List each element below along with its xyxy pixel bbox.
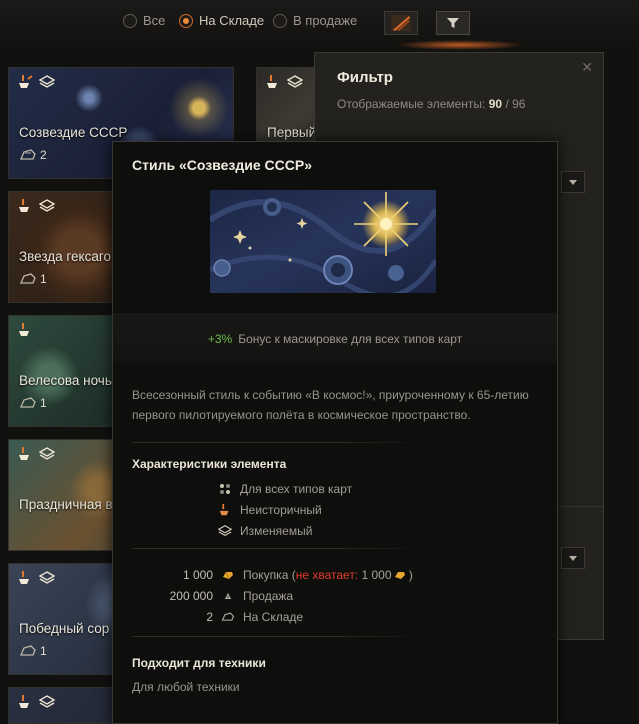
radio-button[interactable]	[123, 13, 137, 28]
tank-icon	[221, 611, 235, 623]
modifiable-icon	[38, 446, 56, 462]
characteristic-modifiable: Изменяемый	[218, 524, 312, 538]
total-count: 96	[512, 97, 526, 111]
stock-value: 2	[206, 610, 213, 624]
card-stock-count: 1	[19, 644, 47, 658]
sell-price-value: 200 000	[169, 589, 213, 603]
sell-label: Продажа	[243, 589, 294, 603]
card-name: Победный сор	[19, 621, 110, 636]
divider	[132, 548, 422, 549]
modifiable-icon	[38, 74, 56, 90]
card-count-value: 1	[40, 396, 47, 410]
modifiable-icon	[38, 198, 56, 214]
paint-style-button[interactable]	[384, 11, 418, 35]
stock-label: На Складе	[243, 610, 304, 624]
chevron-down-icon	[569, 179, 577, 185]
characteristic-label: Изменяемый	[240, 524, 313, 538]
card-flags	[265, 74, 304, 90]
filter-tab-label: В продаже	[293, 13, 358, 28]
filter-tab-all[interactable]: Все	[123, 13, 165, 28]
non-historical-icon	[17, 198, 33, 214]
card-name: Созвездие СССР	[19, 125, 128, 140]
tank-icon	[20, 149, 36, 160]
style-description: Всесезонный стиль к событию «В космос!»,…	[132, 388, 529, 422]
radio-button-selected[interactable]	[179, 13, 193, 28]
card-count-value: 2	[40, 148, 47, 162]
modifiable-icon	[38, 570, 56, 586]
non-historical-icon	[17, 570, 33, 586]
tooltip-title: Стиль «Созвездие СССР»	[132, 157, 312, 173]
tank-icon	[20, 645, 36, 656]
card-name: Велесова ночь	[19, 373, 112, 388]
filter-active-glow	[395, 40, 525, 50]
card-name: Праздничная в	[19, 497, 113, 512]
missing-funds-value: 1 000	[361, 568, 392, 582]
characteristic-non-historical: Неисторичный	[218, 503, 322, 517]
funnel-icon	[447, 18, 459, 28]
missing-funds-label: не хватает:	[295, 568, 359, 582]
non-historical-icon	[17, 322, 33, 338]
non-historical-icon	[17, 694, 33, 710]
fits-heading: Подходит для техники	[132, 656, 266, 670]
divider	[132, 442, 422, 443]
gold-icon	[221, 569, 235, 581]
card-stock-count: 1	[19, 396, 47, 410]
camouflage-bonus: +3% Бонус к маскировке для всех типов кар…	[113, 332, 557, 346]
buy-close-paren: )	[408, 568, 413, 582]
close-icon[interactable]: ✕	[581, 59, 593, 76]
top-filter-bar: Все На Складе В продаже	[0, 0, 639, 44]
filter-panel-title: Фильтр	[337, 69, 393, 86]
card-flags	[17, 694, 56, 710]
characteristic-all-maps: Для всех типов карт	[218, 482, 352, 496]
tank-icon	[20, 397, 36, 408]
modifiable-icon	[38, 694, 56, 710]
filter-dropdown-1[interactable]	[561, 171, 585, 193]
card-count-value: 1	[40, 272, 47, 286]
card-flags	[17, 74, 56, 90]
characteristic-label: Неисторичный	[240, 503, 322, 517]
card-flags	[17, 322, 33, 338]
card-stock-count: 1	[19, 272, 47, 286]
style-preview-image	[210, 190, 436, 293]
filter-tab-label: Все	[143, 13, 166, 28]
buy-label: Покупка	[243, 568, 289, 582]
credits-icon	[221, 590, 235, 602]
characteristic-label: Для всех типов карт	[240, 482, 353, 496]
card-flags	[17, 570, 56, 586]
chevron-down-icon	[569, 555, 577, 561]
filter-tab-label: На Складе	[199, 13, 265, 28]
filter-toggle-button[interactable]	[436, 11, 470, 35]
buy-price-value: 1 000	[182, 568, 213, 582]
non-historical-icon	[17, 446, 33, 462]
filter-tab-on-sale[interactable]: В продаже	[273, 13, 357, 28]
bonus-value: +3%	[207, 332, 233, 346]
radio-button[interactable]	[273, 13, 287, 28]
card-flags	[17, 446, 56, 462]
non-historical-icon	[17, 74, 33, 90]
characteristics-heading: Характеристики элемента	[132, 457, 287, 471]
gold-icon	[394, 572, 405, 579]
non-historical-icon	[218, 503, 232, 517]
filter-dropdown-2[interactable]	[561, 547, 585, 569]
shown-count: 90	[488, 97, 503, 111]
card-name: Звезда гексаго	[19, 249, 112, 264]
non-historical-icon	[265, 74, 281, 90]
modifiable-icon	[218, 524, 232, 538]
divider	[132, 636, 422, 637]
paint-brush-icon	[391, 15, 411, 31]
card-count-value: 1	[40, 644, 47, 658]
card-name: Первый	[267, 125, 317, 140]
filter-shown-count: Отображаемые элементы: 90 / 96	[337, 97, 525, 111]
shown-label: Отображаемые элементы:	[337, 97, 486, 111]
buy-price-text: Покупка (не хватает: 1 000 )	[243, 568, 413, 582]
all-maps-icon	[218, 482, 232, 496]
card-flags	[17, 198, 56, 214]
item-tooltip: Стиль «Созвездие СССР» +3% Бонус к маски…	[112, 141, 558, 724]
fits-text: Для любой техники	[132, 680, 240, 694]
bonus-text: Бонус к маскировке для всех типов карт	[238, 332, 463, 346]
card-stock-count: 2	[19, 148, 47, 162]
modifiable-icon	[286, 74, 304, 90]
filter-tab-in-stock[interactable]: На Складе	[179, 13, 264, 28]
tank-icon	[20, 273, 36, 284]
